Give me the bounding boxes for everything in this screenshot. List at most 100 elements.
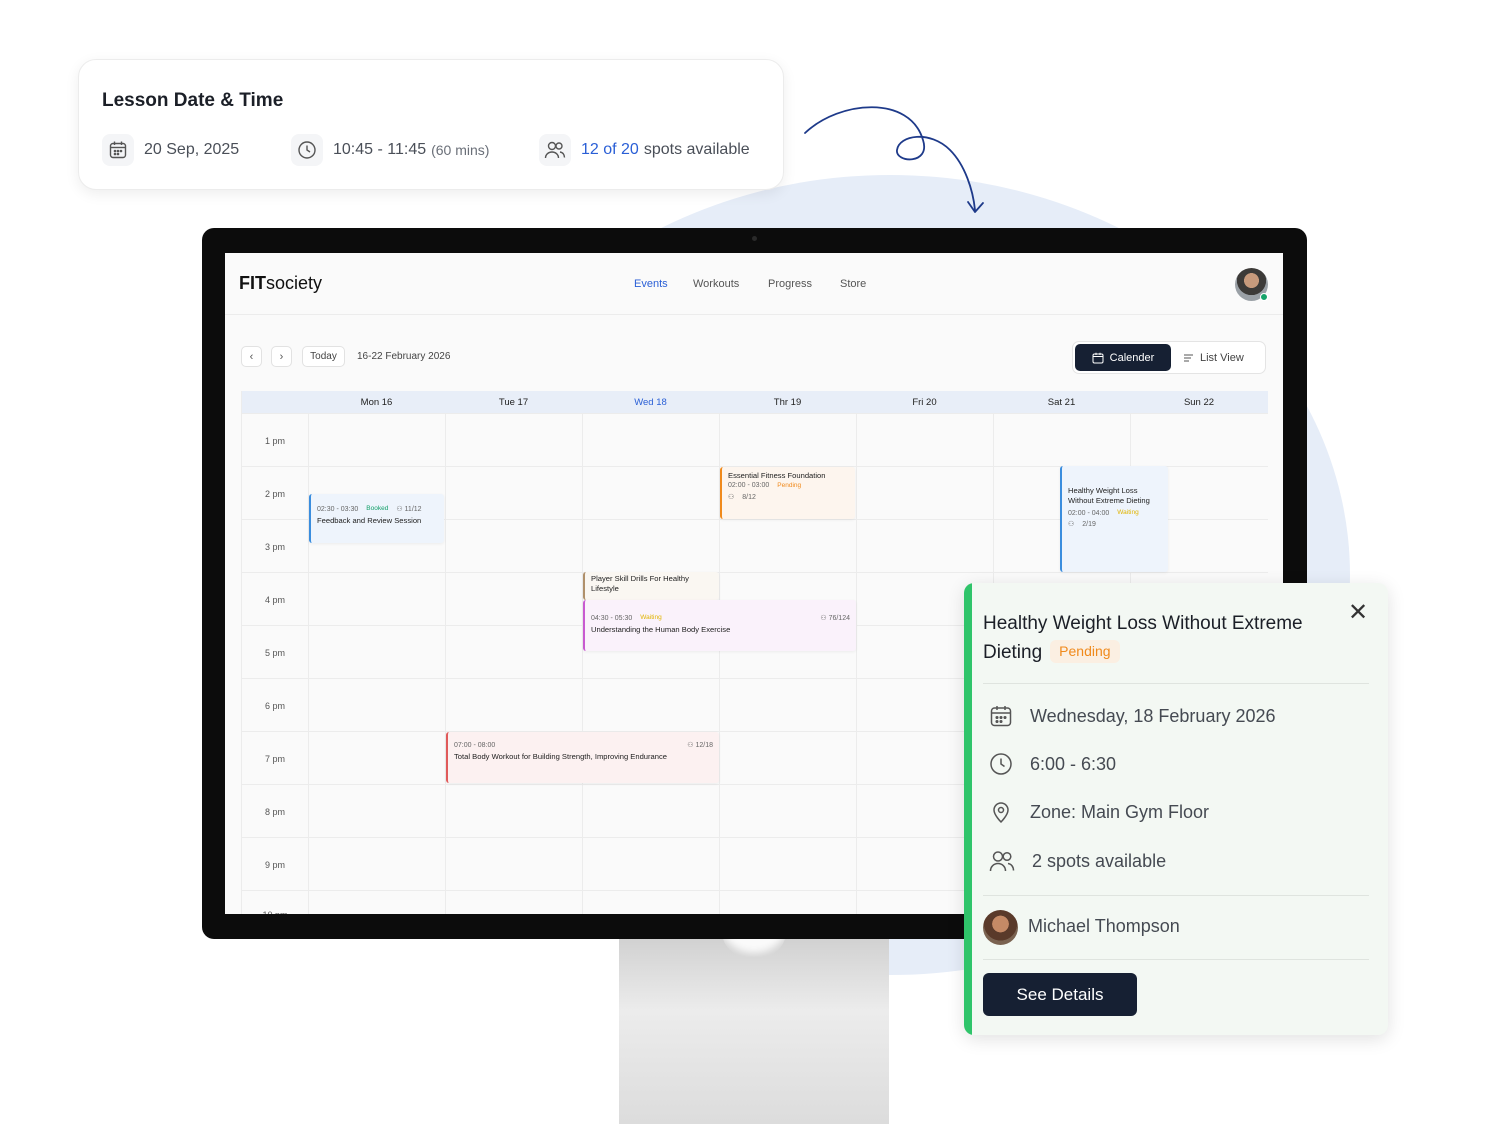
- host-name: Michael Thompson: [1028, 916, 1180, 936]
- popover-spots-row: 2 spots available: [989, 849, 1166, 873]
- popover-time: 6:00 - 6:30: [1030, 753, 1117, 774]
- event-time: 02:00 - 03:00: [728, 482, 770, 490]
- curved-arrow-icon: [804, 106, 984, 213]
- day-header-mon[interactable]: Mon 16: [308, 391, 445, 413]
- calendar-icon: [1092, 352, 1104, 363]
- event-card-essential-fitness[interactable]: Essential Fitness Foundation 02:00 - 03:…: [720, 467, 855, 519]
- event-detail-popover: Healthy Weight Loss Without Extreme Diet…: [964, 583, 1388, 1035]
- day-header-tue[interactable]: Tue 17: [445, 391, 582, 413]
- users-icon: ⚇: [396, 506, 405, 513]
- list-view-button[interactable]: List View: [1183, 344, 1263, 371]
- lesson-date-text: 20 Sep, 2025: [144, 141, 240, 158]
- popover-accent-bar: [964, 583, 972, 1035]
- divider: [983, 959, 1369, 960]
- hour-label: 2 pm: [264, 488, 285, 499]
- event-spots: ⚇ 11/12: [396, 506, 422, 513]
- event-card-total-body-workout[interactable]: 07:00 - 08:00 ⚇ 12/18 Total Body Workout…: [446, 732, 719, 783]
- hour-label: 3 pm: [264, 541, 285, 552]
- list-view-label: List View: [1200, 351, 1244, 364]
- event-title: Total Body Workout for Building Strength…: [454, 752, 668, 762]
- lesson-time: 10:45 - 11:45 (60 mins): [291, 133, 489, 167]
- app-header: FITsociety Events Workouts Progress Stor…: [225, 253, 1283, 315]
- day-header-sat[interactable]: Sat 21: [993, 391, 1130, 413]
- calendar-view-label: Calender: [1109, 351, 1155, 364]
- location-pin-icon: [993, 802, 1009, 824]
- day-header-fri[interactable]: Fri 20: [856, 391, 993, 413]
- column-divider: [308, 413, 309, 914]
- view-toggle: Calender List View: [1072, 341, 1266, 374]
- event-card-healthy-weight-loss[interactable]: Healthy Weight Loss Without Extreme Diet…: [1060, 466, 1168, 572]
- next-week-button[interactable]: ›: [271, 346, 292, 367]
- event-card-player-skill-drills[interactable]: Player Skill Drills For Healthy Lifestyl…: [583, 572, 719, 600]
- users-icon: [989, 851, 1015, 872]
- event-meta: 02:00 - 04:00 Waiting: [1068, 509, 1162, 518]
- calendar-view-button[interactable]: Calender: [1075, 344, 1171, 371]
- event-time: 07:00 - 08:00: [454, 742, 496, 749]
- hour-label: 4 pm: [264, 594, 285, 605]
- time-column-header: [242, 391, 308, 413]
- status-badge: Pending: [1050, 640, 1120, 663]
- see-details-button[interactable]: See Details: [983, 973, 1137, 1016]
- hour-label: 7 pm: [264, 753, 285, 764]
- column-divider: [582, 413, 583, 914]
- popover-zone: Zone: Main Gym Floor: [1030, 801, 1210, 822]
- status-badge: Pending: [777, 481, 802, 489]
- lesson-duration: (60 mins): [431, 142, 490, 158]
- column-divider: [856, 413, 857, 914]
- nav-progress[interactable]: Progress: [768, 278, 812, 290]
- event-title: Feedback and Review Session: [317, 516, 422, 526]
- event-spots: ⚇ 2/19: [1068, 520, 1096, 528]
- day-header-wed[interactable]: Wed 18: [582, 391, 719, 413]
- date-range-label: 16-22 February 2026: [357, 351, 451, 362]
- monitor-stand: [619, 936, 889, 1124]
- popover-date: Wednesday, 18 February 2026: [1030, 705, 1276, 726]
- spots-count: 12 of 20: [581, 141, 639, 158]
- day-header-sun[interactable]: Sun 22: [1130, 391, 1268, 413]
- clock-icon: [291, 134, 323, 166]
- users-icon: ⚇: [1068, 520, 1075, 528]
- nav-store[interactable]: Store: [840, 278, 866, 290]
- webcam-icon: [752, 236, 757, 241]
- event-time: 04:30 - 05:30: [591, 615, 633, 622]
- online-status-dot: [1260, 293, 1268, 301]
- app-logo[interactable]: FITsociety: [239, 273, 322, 294]
- popover-time-row: 6:00 - 6:30: [989, 752, 1116, 776]
- nav-events[interactable]: Events: [634, 278, 668, 290]
- lesson-card: Lesson Date & Time 20 Sep, 2025 10:45 - …: [78, 59, 784, 190]
- event-card-human-body-exercise[interactable]: 04:30 - 05:30 Waiting ⚇ 76/124 Understan…: [583, 600, 856, 651]
- divider: [983, 683, 1369, 684]
- hour-label: 6 pm: [264, 700, 285, 711]
- list-icon: [1184, 354, 1193, 361]
- prev-week-button[interactable]: ‹: [241, 346, 262, 367]
- event-card-feedback-session[interactable]: 02:30 - 03:30 Booked ⚇ 11/12 Feedback an…: [309, 494, 444, 543]
- event-meta: 04:30 - 05:30 Waiting ⚇ 76/124: [591, 614, 850, 623]
- lesson-spots: 12 of 20 spots available: [539, 133, 750, 167]
- event-meta: 02:30 - 03:30 Booked ⚇ 11/12: [317, 505, 438, 514]
- lesson-date: 20 Sep, 2025: [102, 133, 239, 167]
- chevron-left-icon: ‹: [249, 350, 254, 363]
- hour-row: 1 pm: [242, 413, 1268, 466]
- column-divider: [445, 413, 446, 914]
- event-time: 02:30 - 03:30: [317, 506, 359, 513]
- hour-label: 10 pm: [242, 891, 308, 914]
- day-header-thu[interactable]: Thr 19: [719, 391, 856, 413]
- lesson-card-title: Lesson Date & Time: [102, 90, 284, 111]
- divider: [983, 895, 1369, 896]
- calendar-icon: [102, 134, 134, 166]
- event-spots: ⚇ 76/124: [820, 615, 850, 622]
- event-meta: 07:00 - 08:00 ⚇ 12/18: [454, 741, 713, 750]
- status-badge: Waiting: [640, 614, 662, 622]
- event-meta: 02:00 - 03:00 Pending: [728, 481, 849, 490]
- clock-icon: [990, 753, 1012, 775]
- users-icon: ⚇: [728, 493, 735, 501]
- event-title: Essential Fitness Foundation: [728, 471, 826, 480]
- popover-title: Healthy Weight Loss Without Extreme Diet…: [983, 613, 1303, 663]
- popover-spots: 2 spots available: [1032, 850, 1167, 871]
- calendar-icon: [990, 706, 1012, 727]
- status-badge: Waiting: [1117, 508, 1139, 516]
- close-icon[interactable]: ✕: [1348, 598, 1368, 627]
- status-badge: Booked: [366, 505, 389, 513]
- event-time: 02:00 - 04:00: [1068, 509, 1110, 517]
- today-button[interactable]: Today: [302, 346, 345, 367]
- nav-workouts[interactable]: Workouts: [693, 278, 739, 290]
